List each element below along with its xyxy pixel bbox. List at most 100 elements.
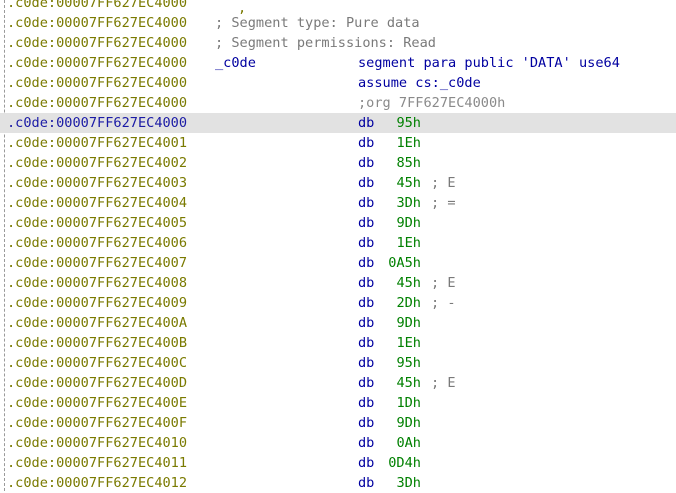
line-address[interactable]: .c0de:00007FF627EC4006 [7,233,187,253]
listing-line[interactable]: .c0de:00007FF627EC4000 assume cs:_c0de [0,73,676,93]
line-address[interactable]: .c0de:00007FF627EC400C [7,353,187,373]
line-address[interactable]: .c0de:00007FF627EC4000 [7,73,187,93]
mnemonic: db [358,195,375,211]
mnemonic: db [358,415,375,431]
char-comment: ; E [431,175,456,191]
line-address[interactable]: .c0de:00007FF627EC4002 [7,153,187,173]
listing-line[interactable]: .c0de:00007FF627EC400D db 45h ; E [0,373,676,393]
line-comment: ; Segment type: Pure data [215,15,420,31]
operand-value[interactable]: 3Dh [387,473,421,493]
char-comment: ; = [431,195,456,211]
line-address[interactable]: .c0de:00007FF627EC4000 [7,0,187,13]
line-address[interactable]: .c0de:00007FF627EC4008 [7,273,187,293]
operand-value[interactable]: 45h [387,373,421,393]
listing-line[interactable]: .c0de:00007FF627EC4009 db 2Dh ; - [0,293,676,313]
operand-value[interactable]: 1Eh [387,233,421,253]
mnemonic: db [358,255,375,271]
listing-line[interactable]: .c0de:00007FF627EC4006 db 1Eh [0,233,676,253]
operand-value[interactable]: 9Dh [387,413,421,433]
listing-line[interactable]: .c0de:00007FF627EC4000 _c0de segment para … [0,53,676,73]
disassembly-listing[interactable]: .c0de:00007FF627EC4000 .c0de:00007FF627EC… [0,0,676,493]
mnemonic: db [358,275,375,291]
line-address[interactable]: .c0de:00007FF627EC400D [7,373,187,393]
mnemonic: db [358,115,375,131]
mnemonic: db [358,135,375,151]
char-comment: ; E [431,375,456,391]
line-address[interactable]: .c0de:00007FF627EC400B [7,333,187,353]
listing-line[interactable]: .c0de:00007FF627EC400C db 95h [0,353,676,373]
listing-line[interactable]: .c0de:00007FF627EC4012 db 3Dh [0,473,676,493]
line-address[interactable]: .c0de:00007FF627EC4000 [7,113,187,133]
listing-line[interactable]: .c0de:00007FF627EC4000 [0,0,676,13]
listing-line[interactable]: .c0de:00007FF627EC4011 db 0D4h [0,453,676,473]
mnemonic: db [358,235,375,251]
operand-value[interactable]: 0A5h [387,253,421,273]
mnemonic: db [358,155,375,171]
line-address[interactable]: .c0de:00007FF627EC4009 [7,293,187,313]
directive: assume cs:_c0de [358,75,481,91]
operand-value[interactable]: 3Dh [387,193,421,213]
mnemonic: db [358,355,375,371]
operand-value[interactable]: 9Dh [387,313,421,333]
mnemonic: db [358,215,375,231]
mnemonic: db [358,295,375,311]
operand-value[interactable]: 9Dh [387,213,421,233]
operand-value[interactable]: 45h [387,273,421,293]
line-address[interactable]: .c0de:00007FF627EC4000 [7,33,187,53]
operand-value[interactable]: 0Ah [387,433,421,453]
mnemonic: db [358,435,375,451]
listing-line[interactable]: .c0de:00007FF627EC4000 db 95h [0,113,676,133]
line-address[interactable]: .c0de:00007FF627EC400E [7,393,187,413]
char-comment: ; E [431,275,456,291]
listing-line[interactable]: .c0de:00007FF627EC4000 ; Segment permissi… [0,33,676,53]
listing-line[interactable]: .c0de:00007FF627EC400B db 1Eh [0,333,676,353]
operand-value[interactable]: 1Eh [387,333,421,353]
line-address[interactable]: .c0de:00007FF627EC4012 [7,473,187,493]
line-address[interactable]: .c0de:00007FF627EC4001 [7,133,187,153]
line-address[interactable]: .c0de:00007FF627EC4007 [7,253,187,273]
line-address[interactable]: .c0de:00007FF627EC4011 [7,453,187,473]
directive: segment para public 'DATA' use64 [358,55,620,71]
listing-line[interactable]: .c0de:00007FF627EC4000 ;org 7FF627EC4000h [0,93,676,113]
line-address[interactable]: .c0de:00007FF627EC4010 [7,433,187,453]
operand-value[interactable]: 2Dh [387,293,421,313]
mnemonic: db [358,315,375,331]
line-address[interactable]: .c0de:00007FF627EC4000 [7,93,187,113]
mnemonic: db [358,175,375,191]
line-comment: ; Segment permissions: Read [215,35,436,51]
listing-line[interactable]: .c0de:00007FF627EC4001 db 1Eh [0,133,676,153]
listing-line[interactable]: .c0de:00007FF627EC400F db 9Dh [0,413,676,433]
mnemonic: db [358,375,375,391]
listing-line[interactable]: .c0de:00007FF627EC4008 db 45h ; E [0,273,676,293]
mnemonic: db [358,455,375,471]
line-address[interactable]: .c0de:00007FF627EC400F [7,413,187,433]
operand-value[interactable]: 95h [387,353,421,373]
listing-line[interactable]: .c0de:00007FF627EC4000 ; Segment type: Pu… [0,13,676,33]
listing-line[interactable]: .c0de:00007FF627EC400E db 1Dh [0,393,676,413]
listing-line[interactable]: .c0de:00007FF627EC4010 db 0Ah [0,433,676,453]
segment-label[interactable]: _c0de [215,53,256,73]
listing-line[interactable]: .c0de:00007FF627EC4003 db 45h ; E [0,173,676,193]
listing-line[interactable]: .c0de:00007FF627EC4002 db 85h [0,153,676,173]
line-address[interactable]: .c0de:00007FF627EC400A [7,313,187,333]
line-address[interactable]: .c0de:00007FF627EC4003 [7,173,187,193]
line-address[interactable]: .c0de:00007FF627EC4000 [7,13,187,33]
line-address[interactable]: .c0de:00007FF627EC4005 [7,213,187,233]
operand-value[interactable]: 1Dh [387,393,421,413]
operand-value[interactable]: 1Eh [387,133,421,153]
operand-value[interactable]: 95h [387,113,421,133]
listing-line[interactable]: .c0de:00007FF627EC400A db 9Dh [0,313,676,333]
line-address[interactable]: .c0de:00007FF627EC4000 [7,53,187,73]
char-comment: ; - [431,295,456,311]
listing-line[interactable]: .c0de:00007FF627EC4004 db 3Dh ; = [0,193,676,213]
mnemonic: db [358,335,375,351]
listing-line[interactable]: .c0de:00007FF627EC4005 db 9Dh [0,213,676,233]
line-address[interactable]: .c0de:00007FF627EC4004 [7,193,187,213]
operand-value[interactable]: 0D4h [387,453,421,473]
operand-value[interactable]: 45h [387,173,421,193]
org-comment: ;org 7FF627EC4000h [358,95,506,111]
operand-value[interactable]: 85h [387,153,421,173]
listing-line[interactable]: .c0de:00007FF627EC4007 db 0A5h [0,253,676,273]
mnemonic: db [358,395,375,411]
mnemonic: db [358,475,375,491]
